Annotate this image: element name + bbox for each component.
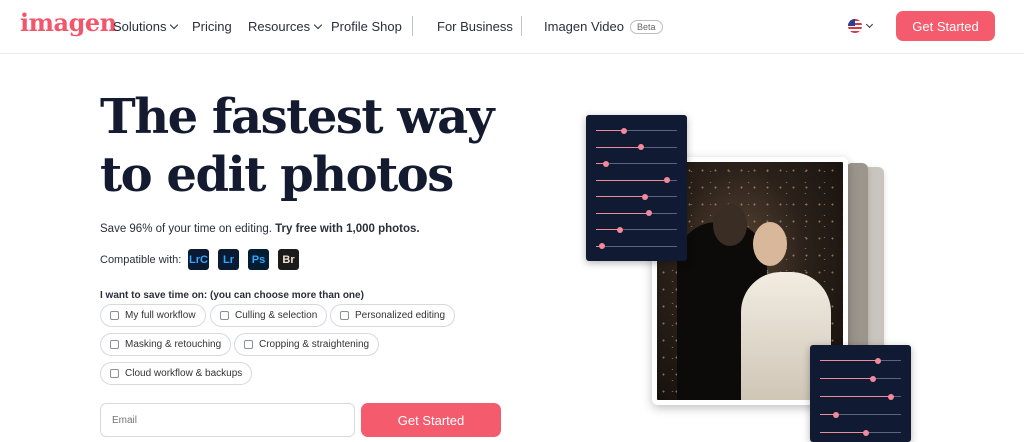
chevron-down-icon <box>313 20 323 30</box>
slider-knob <box>599 243 606 249</box>
nav-divider <box>521 16 522 36</box>
nav-imagen-video[interactable]: Imagen Video Beta <box>544 19 663 35</box>
option-cloud-workflow[interactable]: Cloud workflow & backups <box>100 362 253 385</box>
compatible-label: Compatible with: <box>100 254 182 266</box>
chevron-down-icon[interactable] <box>865 20 874 29</box>
option-cropping[interactable]: Cropping & straightening <box>234 333 380 356</box>
slider-knob <box>875 357 882 364</box>
slider-knob <box>833 411 840 418</box>
subtitle-bold: Try free with 1,000 photos. <box>275 223 420 235</box>
slider-knob <box>863 429 870 436</box>
slider-fill <box>596 146 641 148</box>
checkbox[interactable] <box>220 311 229 320</box>
adjustment-slider <box>596 177 677 183</box>
photoshop-icon: Ps <box>248 249 269 270</box>
slider-fill <box>820 378 874 379</box>
nav-pricing-label: Pricing <box>192 19 232 34</box>
adjustment-slider <box>820 357 901 364</box>
adjustment-slider <box>820 393 901 400</box>
nav-profile-shop[interactable]: Profile Shop <box>331 19 402 34</box>
adjustment-slider <box>596 160 677 167</box>
lightroom-icon: Lr <box>218 249 239 270</box>
bride-head <box>753 222 787 266</box>
checkbox[interactable] <box>110 340 119 349</box>
email-input[interactable] <box>100 403 355 437</box>
slider-knob <box>617 226 624 233</box>
checkbox[interactable] <box>340 311 349 320</box>
nav-pricing[interactable]: Pricing <box>192 19 232 34</box>
hero-headline: The fastest way to edit photos <box>100 88 540 204</box>
options-question: I want to save time on: (you can choose … <box>100 290 364 301</box>
adjustment-slider <box>596 210 677 216</box>
option-masking[interactable]: Masking & retouching <box>100 333 232 356</box>
bridge-icon: Br <box>278 249 299 270</box>
chevron-down-icon <box>170 20 179 30</box>
nav-solutions[interactable]: Solutions <box>113 19 179 34</box>
option-culling[interactable]: Culling & selection <box>210 304 328 327</box>
slider-knob <box>602 160 609 167</box>
nav-for-business[interactable]: For Business <box>437 19 513 34</box>
imagen-logo[interactable]: imagen <box>20 8 117 37</box>
option-label: My full workflow <box>125 310 196 321</box>
beta-badge: Beta <box>630 20 663 34</box>
nav-for-business-label: For Business <box>437 19 513 34</box>
checkbox[interactable] <box>110 369 119 378</box>
option-label: Cloud workflow & backups <box>125 368 243 379</box>
slider-fill <box>596 179 668 181</box>
slider-knob <box>641 193 648 200</box>
slider-fill <box>596 212 650 214</box>
edit-sliders-panel <box>810 345 911 442</box>
nav-divider <box>412 16 413 36</box>
nav-imagen-video-label: Imagen Video <box>544 19 624 34</box>
slider-knob <box>664 177 671 183</box>
slider-knob <box>888 393 895 400</box>
adjustment-slider <box>820 429 901 436</box>
lightroom-classic-icon: LrC <box>188 249 209 270</box>
nav-resources-label: Resources <box>248 19 311 34</box>
slider-knob <box>646 210 653 216</box>
adjustment-slider <box>596 226 677 233</box>
slider-fill <box>820 360 879 361</box>
adjustment-slider <box>820 375 901 382</box>
option-label: Masking & retouching <box>125 339 222 350</box>
option-label: Personalized editing <box>355 310 446 321</box>
us-flag-icon[interactable] <box>848 19 862 33</box>
option-full-workflow[interactable]: My full workflow <box>100 304 206 327</box>
hero-get-started-button[interactable]: Get Started <box>361 403 501 437</box>
headline-line-1: The fastest way <box>100 89 495 145</box>
adjustment-slider <box>596 127 677 134</box>
slider-fill <box>820 432 867 433</box>
slider-fill <box>820 396 892 397</box>
option-personalized-editing[interactable]: Personalized editing <box>330 304 456 327</box>
checkbox[interactable] <box>244 340 253 349</box>
option-label: Cropping & straightening <box>259 339 370 350</box>
slider-knob <box>870 375 877 382</box>
adjustment-slider <box>596 243 677 249</box>
adjustment-slider <box>596 144 677 150</box>
subtitle-text: Save 96% of your time on editing. <box>100 223 272 235</box>
adjustment-slider <box>820 411 901 418</box>
slider-knob <box>637 144 644 150</box>
adjustment-slider <box>596 193 677 200</box>
nav-resources[interactable]: Resources <box>248 19 323 34</box>
nav-profile-shop-label: Profile Shop <box>331 19 402 34</box>
slider-knob <box>621 127 628 134</box>
nav-get-started-button[interactable]: Get Started <box>896 11 995 41</box>
hero-subtitle: Save 96% of your time on editing. Try fr… <box>100 223 420 235</box>
option-label: Culling & selection <box>235 310 318 321</box>
checkbox[interactable] <box>110 311 119 320</box>
slider-fill <box>596 196 645 197</box>
edit-sliders-panel <box>586 115 687 261</box>
top-nav: imagen Solutions Pricing Resources Profi… <box>0 0 1024 54</box>
slider-fill <box>596 130 625 131</box>
groom-head <box>713 204 747 246</box>
nav-solutions-label: Solutions <box>113 19 167 34</box>
headline-line-2: to edit photos <box>100 147 454 203</box>
